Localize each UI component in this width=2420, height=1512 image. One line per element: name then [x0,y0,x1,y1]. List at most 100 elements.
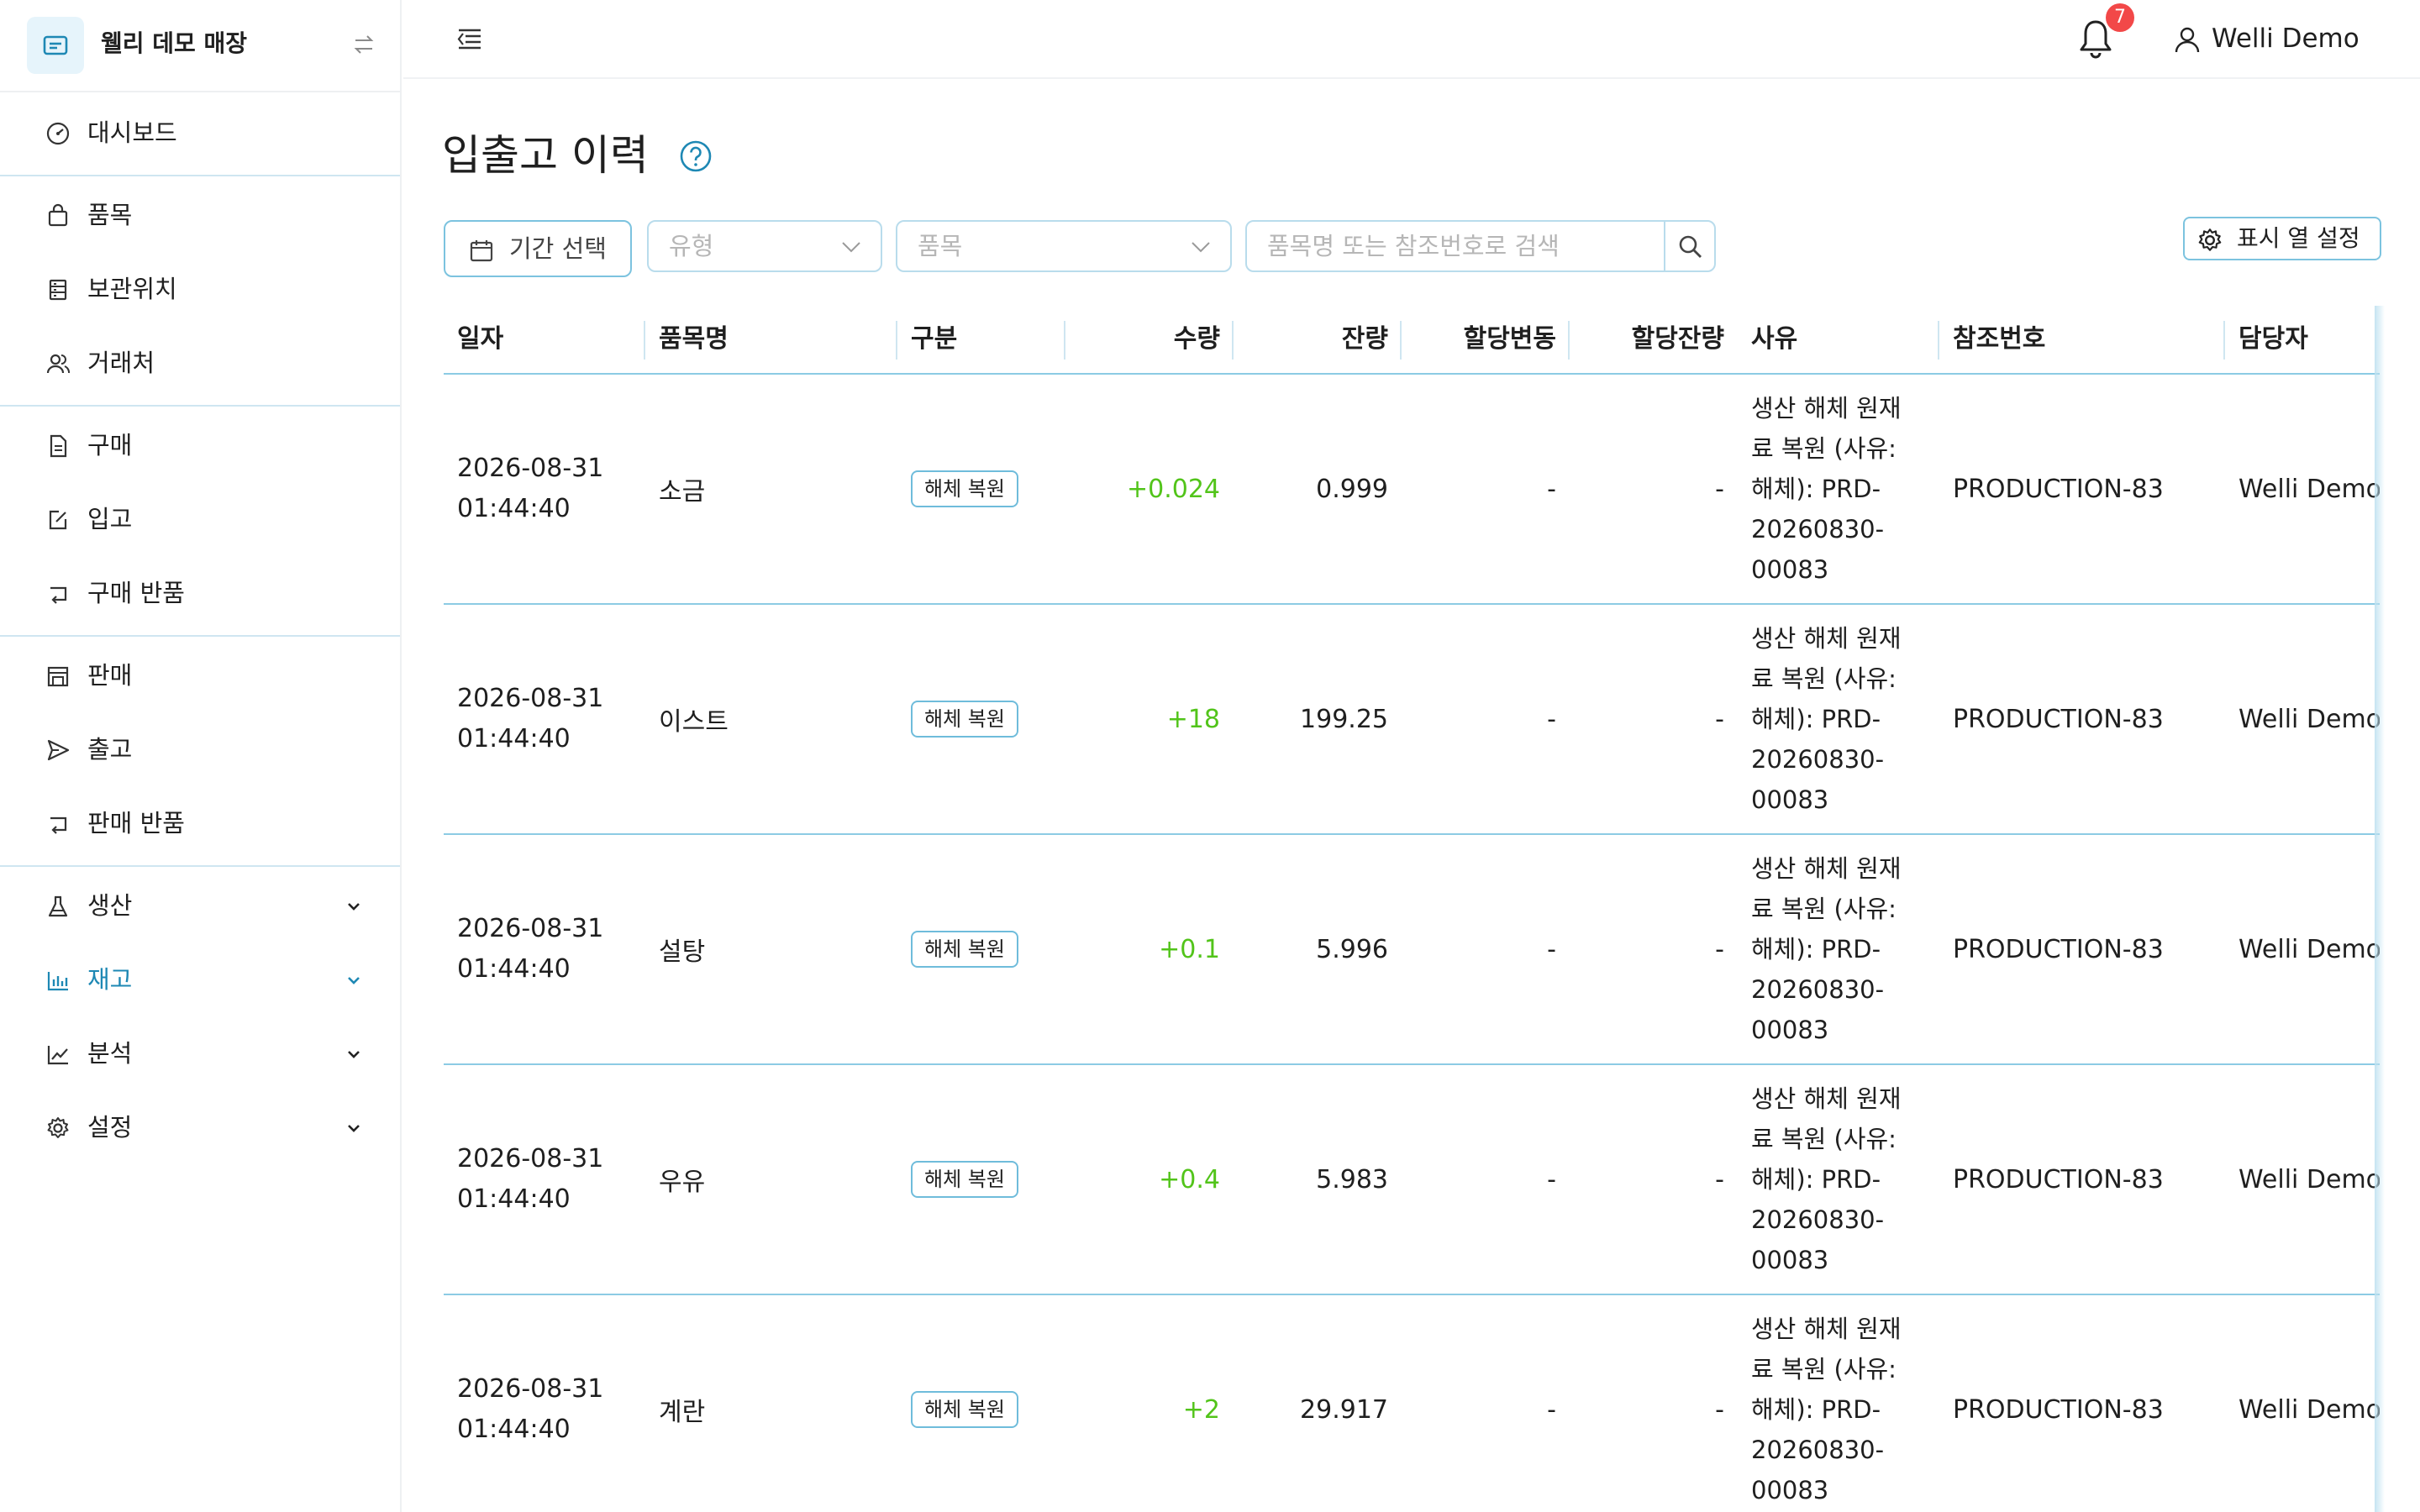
sidebar-item-outbound[interactable]: 출고 [0,719,400,780]
item-cell: 우유 [659,1168,706,1197]
sidebar-item-sales-return[interactable]: 판매 반품 [0,793,400,853]
reason-cell: 생산 해체 원재 료 복원 (사유: 해체): PRD- 20260830- 0… [1738,1295,1939,1512]
balance-cell: 29.917 [1300,1394,1388,1425]
sidebar-item-label: 출고 [87,735,133,764]
type-tag: 해체 복원 [911,1161,1018,1198]
sidebar-item-dashboard[interactable]: 대시보드 [0,102,400,163]
sidebar-item-label: 보관위치 [87,275,177,303]
date-text: 2026-08-31 01:44:40 [457,1144,604,1214]
alloc-balance-cell: - [1715,1394,1724,1425]
sidebar-item-sales[interactable]: 판매 [0,645,400,706]
page-title: 입출고 이력 [442,131,649,180]
help-icon[interactable] [679,139,713,173]
column-settings-button[interactable]: 표시 열 설정 [2183,217,2381,260]
column-header-balance[interactable]: 잔량 [1234,306,1402,373]
table-row[interactable]: 2026-08-31 01:44:40 설탕 해체 복원 +0.1 5.996 … [444,835,2380,1065]
shop-icon [47,666,69,687]
column-header-reason[interactable]: 사유 [1738,306,1939,373]
type-cell: 해체 복원 [897,605,1065,833]
table-row[interactable]: 2026-08-31 01:44:40 계란 해체 복원 +2 29.917 -… [444,1295,2380,1512]
reason-text: 생산 해체 원재 료 복원 (사유: 해체): PRD- 20260830- 0… [1751,1084,1902,1274]
qty-cell: +0.1 [1159,934,1220,964]
nav-divider [0,865,400,867]
sidebar: 웰리 데모 매장 대시보드 품목 보관위치 거래처 구매 입고 구매 반품 판매… [0,0,402,1512]
column-header-item[interactable]: 품목명 [645,306,897,373]
item-cell: 이스트 [659,707,729,737]
type-cell: 해체 복원 [897,1065,1065,1294]
reference-cell: PRODUCTION-83 [1953,934,2164,964]
document-icon [50,434,67,458]
user-name: Welli Demo [2212,24,2360,54]
table-header: 일자 품목명 구분 수량 잔량 할당변동 할당잔량 사유 참조번호 담당자 [444,306,2380,375]
switch-store-icon[interactable] [351,32,376,57]
reason-text: 생산 해체 원재 료 복원 (사유: 해체): PRD- 20260830- 0… [1751,854,1902,1044]
date-range-label: 기간 선택 [509,234,607,263]
sidebar-item-label: 대시보드 [87,118,177,147]
sidebar-item-inventory[interactable]: 재고 [0,949,400,1010]
sidebar-item-items[interactable]: 품목 [0,185,400,245]
alloc-change-cell: - [1547,704,1556,734]
nav-divider [0,175,400,176]
alloc-change-cell: - [1547,1394,1556,1425]
date-cell: 2026-08-31 01:44:40 [444,375,645,603]
chevron-down-icon [1192,242,1210,253]
reference-cell: PRODUCTION-83 [1953,704,2164,734]
chevron-down-icon [348,1125,360,1132]
date-range-button[interactable]: 기간 선택 [444,220,632,277]
column-header-alloc-change[interactable]: 할당변동 [1402,306,1570,373]
column-header-reference[interactable]: 참조번호 [1939,306,2225,373]
type-tag: 해체 복원 [911,1391,1018,1428]
sidebar-item-inbound[interactable]: 입고 [0,489,400,549]
table-body: 2026-08-31 01:44:40 소금 해체 복원 +0.024 0.99… [444,375,2380,1512]
sidebar-item-settings[interactable]: 설정 [0,1097,400,1158]
sidebar-item-label: 구매 [87,431,133,459]
item-select[interactable]: 품목 [896,220,1232,272]
nav-divider [0,405,400,407]
reason-cell: 생산 해체 원재 료 복원 (사유: 해체): PRD- 20260830- 0… [1738,375,1939,603]
qty-cell: +2 [1182,1394,1220,1425]
column-header-date[interactable]: 일자 [444,306,645,373]
search-input[interactable] [1247,222,1664,270]
alloc-balance-cell: - [1715,1164,1724,1194]
search-button[interactable] [1664,222,1716,270]
sidebar-item-label: 분석 [87,1039,133,1068]
nav-divider [0,635,400,637]
sidebar-item-label: 판매 [87,661,133,690]
sidebar-item-purchase-return[interactable]: 구매 반품 [0,563,400,623]
sidebar-item-partners[interactable]: 거래처 [0,333,400,393]
menu-toggle-icon[interactable] [455,25,484,54]
sidebar-item-locations[interactable]: 보관위치 [0,259,400,319]
table-row[interactable]: 2026-08-31 01:44:40 우유 해체 복원 +0.4 5.983 … [444,1065,2380,1295]
bar-chart-icon [47,972,68,991]
reference-cell: PRODUCTION-83 [1953,1394,2164,1425]
sidebar-item-label: 품목 [87,201,133,229]
search-icon [1679,235,1702,258]
shopping-bag-icon [48,203,68,227]
store-header[interactable]: 웰리 데모 매장 [0,0,400,92]
reason-cell: 생산 해체 원재 료 복원 (사유: 해체): PRD- 20260830- 0… [1738,605,1939,833]
sidebar-item-label: 재고 [87,965,133,994]
type-tag: 해체 복원 [911,701,1018,738]
return-icon [50,816,67,834]
type-cell: 해체 복원 [897,1295,1065,1512]
item-cell: 계란 [659,1398,706,1427]
type-cell: 해체 복원 [897,375,1065,603]
item-select-placeholder: 품목 [918,232,963,260]
column-header-manager[interactable]: 담당자 [2225,306,2380,373]
sidebar-item-production[interactable]: 생산 [0,875,400,936]
manager-cell: Welli Demo [2238,1394,2380,1425]
table-row[interactable]: 2026-08-31 01:44:40 소금 해체 복원 +0.024 0.99… [444,375,2380,605]
type-cell: 해체 복원 [897,835,1065,1063]
chevron-down-icon [348,1051,360,1058]
date-cell: 2026-08-31 01:44:40 [444,835,645,1063]
date-cell: 2026-08-31 01:44:40 [444,1295,645,1512]
type-select[interactable]: 유형 [647,220,882,272]
sidebar-item-purchase[interactable]: 구매 [0,415,400,475]
alloc-balance-cell: - [1715,934,1724,964]
sidebar-item-analytics[interactable]: 분석 [0,1023,400,1084]
column-header-type[interactable]: 구분 [897,306,1065,373]
column-header-alloc-balance[interactable]: 할당잔량 [1570,306,1738,373]
table-row[interactable]: 2026-08-31 01:44:40 이스트 해체 복원 +18 199.25… [444,605,2380,835]
manager-cell: Welli Demo [2238,704,2380,734]
column-header-qty[interactable]: 수량 [1065,306,1234,373]
